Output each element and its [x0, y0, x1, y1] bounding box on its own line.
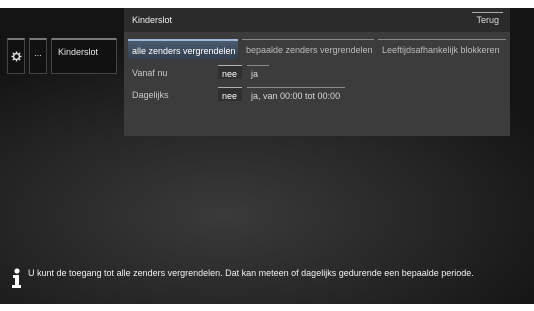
dagelijks-nee-option[interactable]: nee — [218, 87, 242, 101]
gear-icon — [11, 51, 22, 62]
more-nav-tile[interactable]: ... — [29, 38, 47, 74]
info-icon — [12, 268, 21, 288]
vanaf-nu-ja-option[interactable]: ja — [247, 65, 269, 79]
kinderslot-nav-label: Kinderslot — [58, 47, 99, 57]
kinderslot-panel: Kinderslot Terug alle zenders vergrendel… — [124, 8, 510, 136]
panel-header: Kinderslot Terug — [124, 8, 510, 32]
tab-certain-channels[interactable]: bepaalde zenders vergrendelen — [242, 39, 374, 59]
back-button[interactable]: Terug — [472, 12, 503, 25]
lock-mode-tabs: alle zenders vergrendelen bepaalde zende… — [128, 39, 506, 59]
tab-all-channels[interactable]: alle zenders vergrendelen — [128, 39, 238, 59]
settings-nav-tile[interactable] — [7, 38, 25, 74]
vanaf-nu-nee-option[interactable]: nee — [218, 65, 242, 79]
more-label: ... — [34, 48, 42, 58]
tv-screen: ... Kinderslot Kinderslot Terug alle zen… — [0, 8, 534, 304]
tab-age-block[interactable]: Leeftijdsafhankelijk blokkeren — [378, 39, 506, 59]
row-label-vanaf-nu: Vanaf nu — [132, 68, 168, 78]
panel-title: Kinderslot — [132, 15, 173, 25]
row-label-dagelijks: Dagelijks — [132, 90, 169, 100]
info-text: U kunt de toegang tot alle zenders vergr… — [28, 268, 474, 278]
dagelijks-ja-option[interactable]: ja, van 00:00 tot 00:00 — [247, 87, 345, 101]
info-bar: U kunt de toegang tot alle zenders vergr… — [9, 266, 519, 290]
kinderslot-nav-tile[interactable]: Kinderslot — [51, 38, 117, 74]
